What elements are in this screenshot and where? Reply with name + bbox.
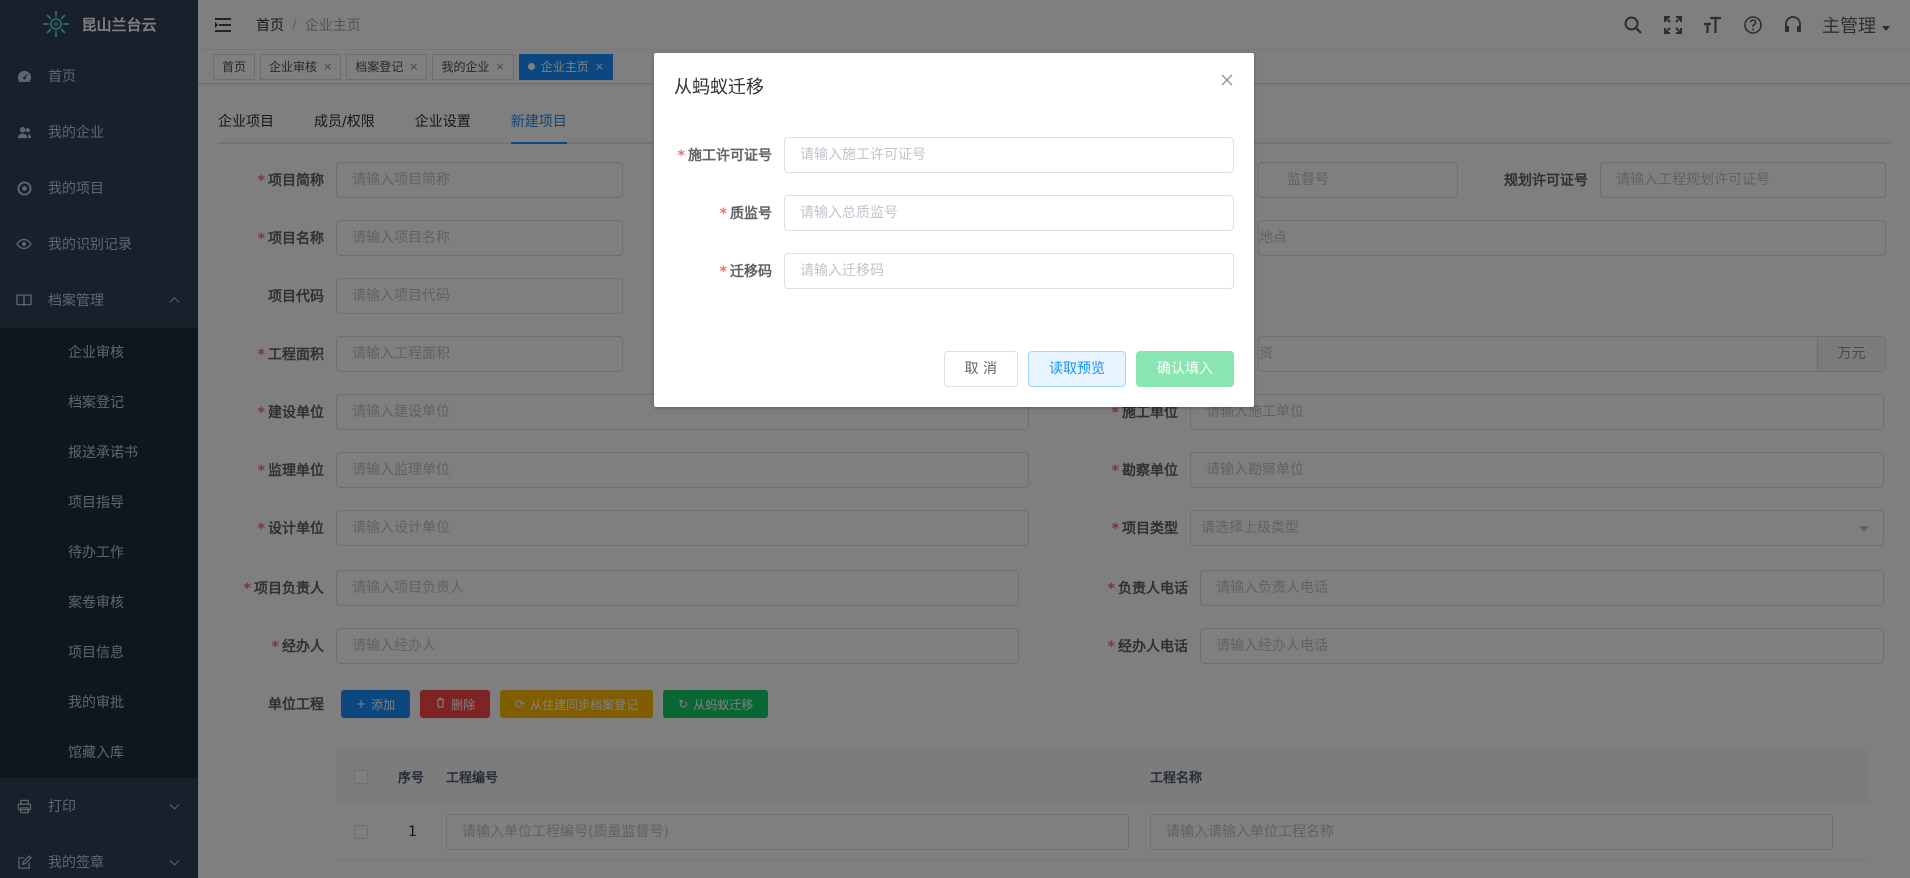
required-mark: * <box>677 148 685 164</box>
preview-button[interactable]: 读取预览 <box>1028 351 1126 387</box>
quality-number-input[interactable]: 请输入总质监号 <box>784 195 1234 231</box>
cancel-button[interactable]: 取 消 <box>943 351 1018 387</box>
field-label: 质监号 <box>730 206 772 222</box>
field-label: 迁移码 <box>730 264 772 280</box>
close-icon[interactable] <box>1220 73 1234 87</box>
permit-number-input[interactable]: 请输入施工许可证号 <box>784 137 1234 173</box>
dialog-field-quality: * 质监号 请输入总质监号 <box>654 195 1254 231</box>
app-root: 昆山兰台云 首页 我的企业 我的项目 我的识别记录 档案管理 企业审核 档案登记… <box>0 0 1910 878</box>
migrate-dialog: 从蚂蚁迁移 * 施工许可证号 请输入施工许可证号 * 质监号 请输入总质监号 * 迁移… <box>654 53 1254 407</box>
dialog-footer: 取 消 读取预览 确认填入 <box>943 351 1234 387</box>
required-mark: * <box>719 206 727 222</box>
dialog-field-permit: * 施工许可证号 请输入施工许可证号 <box>654 137 1254 173</box>
migrate-code-input[interactable]: 请输入迁移码 <box>784 253 1234 289</box>
dialog-title: 从蚂蚁迁移 <box>674 77 764 98</box>
confirm-fill-button[interactable]: 确认填入 <box>1136 351 1234 387</box>
required-mark: * <box>719 264 727 280</box>
field-label: 施工许可证号 <box>688 148 772 164</box>
dialog-field-migrate-code: * 迁移码 请输入迁移码 <box>654 253 1254 289</box>
